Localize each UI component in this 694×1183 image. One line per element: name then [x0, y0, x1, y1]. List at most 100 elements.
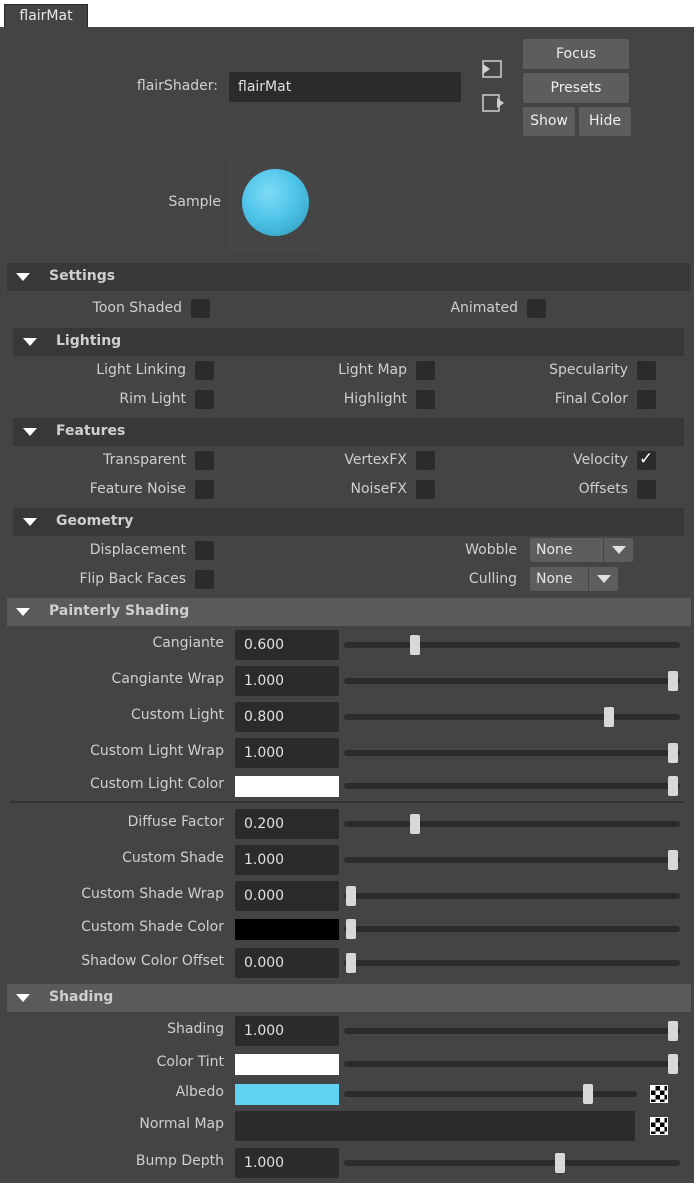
shadow-color-offset-label: Shadow Color Offset: [81, 953, 224, 969]
color-tint-slider-track[interactable]: [344, 1061, 680, 1067]
shading-section-header[interactable]: Shading: [7, 984, 691, 1012]
diffuse-factor-field[interactable]: 0.200: [235, 809, 339, 839]
shadow-color-offset-slider-track[interactable]: [344, 960, 680, 966]
settings-section-header[interactable]: Settings: [7, 263, 691, 291]
custom-light-color-slider-track[interactable]: [344, 783, 680, 789]
bump-depth-slider-handle[interactable]: [555, 1153, 566, 1173]
custom-shade-color-swatch[interactable]: [235, 919, 339, 940]
velocity-label: Velocity: [573, 452, 628, 468]
shading-field[interactable]: 1.000: [235, 1016, 339, 1046]
offsets-checkbox[interactable]: [637, 480, 656, 499]
shader-name-field[interactable]: flairMat: [229, 72, 461, 102]
cangiante-wrap-field[interactable]: 1.000: [235, 666, 339, 696]
cangiante-slider-handle[interactable]: [410, 635, 421, 655]
custom-shade-color-slider-handle[interactable]: [346, 919, 356, 939]
diffuse-factor-slider-handle[interactable]: [410, 814, 421, 834]
specularity-checkbox[interactable]: [637, 361, 656, 380]
custom-shade-slider-track[interactable]: [344, 857, 680, 863]
noisefx-checkbox[interactable]: [416, 480, 435, 499]
color-tint-swatch[interactable]: [235, 1054, 339, 1075]
painterly-shading-section-header[interactable]: Painterly Shading: [7, 598, 691, 626]
transparent-label: Transparent: [103, 452, 186, 468]
color-tint-label: Color Tint: [156, 1054, 224, 1070]
custom-shade-slider-handle[interactable]: [668, 850, 678, 870]
vertexfx-label: VertexFX: [344, 452, 407, 468]
sample-sphere: [242, 169, 309, 236]
flip-back-faces-checkbox[interactable]: [195, 570, 214, 589]
highlight-checkbox[interactable]: [416, 390, 435, 409]
custom-light-color-swatch[interactable]: [235, 776, 339, 797]
custom-light-color-slider-handle[interactable]: [668, 776, 678, 796]
shader-label: flairShader:: [136, 78, 218, 94]
culling-dropdown[interactable]: None: [530, 567, 618, 591]
collapse-triangle-icon: [23, 428, 37, 436]
wobble-dropdown[interactable]: None: [530, 538, 633, 562]
custom-light-wrap-label: Custom Light Wrap: [90, 743, 224, 759]
tab-flairmat[interactable]: flairMat: [4, 4, 88, 28]
rim-light-checkbox[interactable]: [195, 390, 214, 409]
custom-light-field[interactable]: 0.800: [235, 702, 339, 732]
cangiante-wrap-slider-track[interactable]: [344, 678, 680, 684]
custom-light-wrap-field[interactable]: 1.000: [235, 738, 339, 768]
focus-button[interactable]: Focus: [523, 39, 629, 69]
collapse-triangle-icon: [23, 518, 37, 526]
albedo-slider-track[interactable]: [344, 1091, 637, 1097]
bump-depth-label: Bump Depth: [135, 1153, 224, 1169]
custom-light-slider-handle[interactable]: [603, 707, 614, 727]
cangiante-field[interactable]: 0.600: [235, 630, 339, 660]
shading-slider-handle[interactable]: [668, 1021, 678, 1041]
custom-shade-wrap-slider-track[interactable]: [344, 893, 680, 899]
animated-checkbox[interactable]: [527, 299, 546, 318]
transparent-checkbox[interactable]: [195, 451, 214, 470]
shading-slider-track[interactable]: [344, 1028, 680, 1034]
displacement-checkbox[interactable]: [195, 541, 214, 560]
shadow-color-offset-field[interactable]: 0.000: [235, 948, 339, 978]
texture-map-icon[interactable]: [650, 1117, 668, 1135]
cangiante-wrap-slider-handle[interactable]: [668, 671, 678, 691]
color-tint-slider-handle[interactable]: [668, 1054, 678, 1074]
velocity-checkbox[interactable]: [637, 449, 656, 470]
diffuse-factor-slider-track[interactable]: [344, 821, 680, 827]
light-map-checkbox[interactable]: [416, 361, 435, 380]
toon-shaded-checkbox[interactable]: [191, 299, 210, 318]
custom-shade-color-label: Custom Shade Color: [81, 919, 224, 935]
texture-map-icon[interactable]: [650, 1085, 668, 1103]
albedo-swatch[interactable]: [235, 1084, 339, 1105]
collapse-triangle-icon: [23, 338, 37, 346]
show-button[interactable]: Show: [523, 107, 575, 136]
cangiante-slider-track[interactable]: [344, 642, 680, 648]
custom-light-color-label: Custom Light Color: [89, 776, 224, 792]
diffuse-factor-label: Diffuse Factor: [127, 814, 224, 830]
toon-shaded-label: Toon Shaded: [92, 300, 182, 316]
normal-map-label: Normal Map: [139, 1116, 224, 1132]
shadow-color-offset-slider-handle[interactable]: [346, 953, 356, 973]
lighting-section-header[interactable]: Lighting: [13, 328, 684, 356]
geometry-section-header[interactable]: Geometry: [13, 508, 684, 536]
normal-map-field[interactable]: [235, 1111, 635, 1141]
feature-noise-checkbox[interactable]: [195, 480, 214, 499]
rim-light-label: Rim Light: [119, 391, 186, 407]
custom-light-label: Custom Light: [130, 707, 224, 723]
custom-shade-color-slider-track[interactable]: [344, 926, 680, 932]
light-linking-checkbox[interactable]: [195, 361, 214, 380]
bump-depth-field[interactable]: 1.000: [235, 1148, 339, 1178]
albedo-slider-handle[interactable]: [583, 1084, 594, 1104]
specularity-label: Specularity: [549, 362, 628, 378]
bump-depth-slider-track[interactable]: [344, 1160, 680, 1166]
custom-shade-field[interactable]: 1.000: [235, 845, 339, 875]
sample-label: Sample: [168, 194, 222, 210]
presets-button[interactable]: Presets: [523, 73, 629, 103]
final-color-checkbox[interactable]: [637, 390, 656, 409]
custom-light-slider-track[interactable]: [344, 714, 680, 720]
cangiante-wrap-label: Cangiante Wrap: [111, 671, 224, 687]
custom-light-wrap-slider-track[interactable]: [344, 750, 680, 756]
output-connection-icon[interactable]: [481, 93, 505, 113]
custom-shade-wrap-field[interactable]: 0.000: [235, 881, 339, 911]
hide-button[interactable]: Hide: [579, 107, 631, 136]
custom-light-wrap-slider-handle[interactable]: [668, 743, 678, 763]
features-section-header[interactable]: Features: [13, 418, 684, 446]
albedo-label: Albedo: [175, 1084, 224, 1100]
input-connection-icon[interactable]: [481, 59, 503, 79]
custom-shade-wrap-slider-handle[interactable]: [346, 886, 356, 906]
vertexfx-checkbox[interactable]: [416, 451, 435, 470]
